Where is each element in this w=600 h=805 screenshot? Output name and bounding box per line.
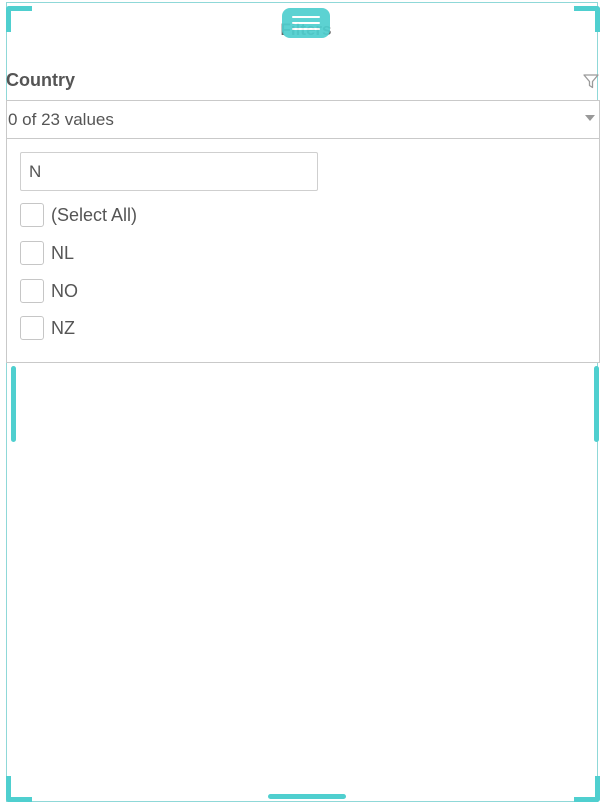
option-nz[interactable]: NZ — [20, 315, 75, 341]
option-label: NO — [51, 280, 78, 301]
field-label-country: Country — [6, 70, 75, 90]
option-label: NZ — [51, 317, 75, 338]
chevron-down-icon[interactable] — [585, 115, 595, 121]
checkbox[interactable] — [20, 203, 44, 227]
search-input[interactable] — [20, 152, 318, 191]
checkbox[interactable] — [20, 241, 44, 265]
resize-handle-bottom[interactable] — [268, 794, 346, 799]
filter-icon[interactable] — [582, 72, 600, 90]
resize-corner-bottom-left[interactable] — [6, 776, 32, 802]
option-label: NL — [51, 242, 75, 263]
checkbox[interactable] — [20, 316, 44, 340]
dropdown-list: (Select All) NL NO NZ — [6, 139, 600, 363]
values-summary: 0 of 23 values — [8, 109, 114, 129]
option-select-all[interactable]: (Select All) — [20, 202, 137, 228]
option-nl[interactable]: NL — [20, 240, 74, 266]
values-dropdown[interactable]: 0 of 23 values — [6, 100, 600, 139]
resize-handle-left[interactable] — [11, 366, 16, 442]
option-no[interactable]: NO — [20, 278, 78, 304]
resize-corner-bottom-right[interactable] — [574, 776, 600, 802]
checkbox[interactable] — [20, 279, 44, 303]
option-label: (Select All) — [51, 204, 138, 225]
resize-handle-right[interactable] — [594, 366, 599, 442]
drag-handle-icon[interactable] — [282, 8, 330, 38]
